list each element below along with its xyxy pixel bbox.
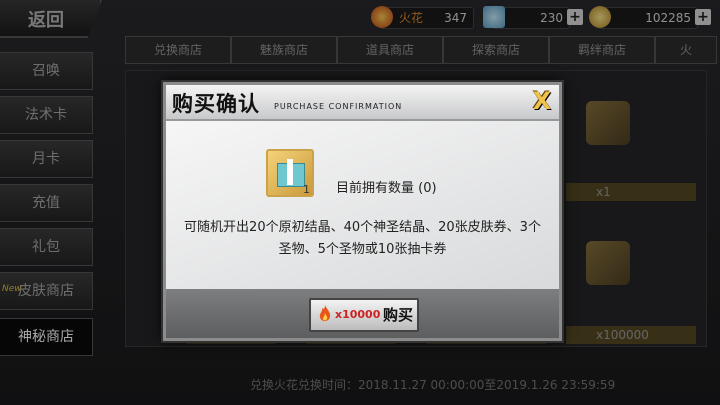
purchase-dialog: 购买确认 PURCHASE CONFIRMATION X 1 目前拥有数量 (0… [163, 82, 562, 341]
owned-count-text: 目前拥有数量 (0) [336, 181, 437, 196]
buy-label: 购买 [383, 306, 414, 324]
dialog-body: 1 目前拥有数量 (0) 可随机开出20个原初结晶、40个神圣结晶、20张皮肤券… [166, 121, 559, 289]
buy-button[interactable]: x10000 购买 [309, 298, 419, 332]
item-quantity: 1 [303, 183, 310, 196]
dialog-header: 购买确认 PURCHASE CONFIRMATION X [166, 85, 559, 121]
dialog-title: 购买确认 [172, 92, 260, 116]
gift-box-icon: 1 [266, 149, 314, 197]
dialog-subtitle: PURCHASE CONFIRMATION [274, 102, 403, 111]
close-button[interactable]: X [529, 88, 555, 114]
dialog-footer: x10000 购买 [166, 289, 559, 338]
flame-icon [319, 305, 331, 322]
gift-ribbon [287, 159, 293, 185]
item-description: 可随机开出20个原初结晶、40个神圣结晶、20张皮肤券、3个圣物、5个圣物或10… [184, 220, 541, 257]
buy-cost: x10000 [335, 308, 381, 321]
